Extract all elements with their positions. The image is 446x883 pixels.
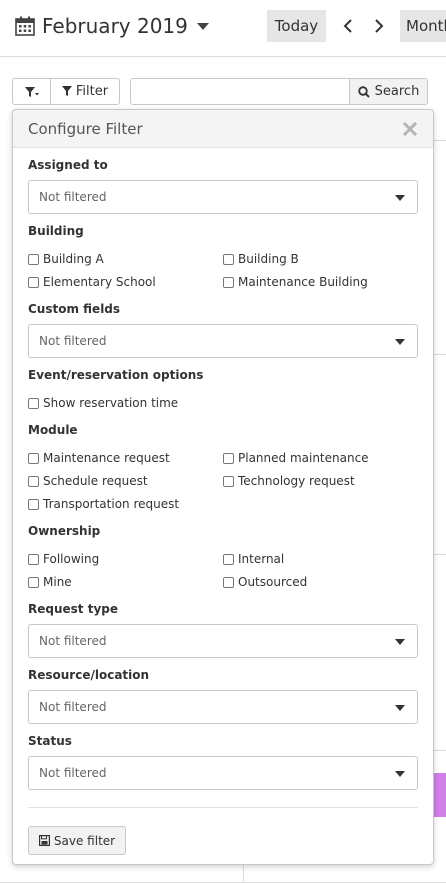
search-button[interactable]: Search xyxy=(349,78,428,105)
search-input[interactable] xyxy=(130,78,350,105)
month-picker[interactable]: February 2019 xyxy=(14,12,209,40)
calendar-grid-line xyxy=(433,354,446,355)
mine-checkbox[interactable]: Mine xyxy=(28,575,72,589)
module-label: Module xyxy=(28,423,78,437)
checkbox[interactable] xyxy=(223,553,234,565)
custom-fields-label: Custom fields xyxy=(28,302,121,316)
caret-down-icon xyxy=(395,339,405,345)
caret-down-icon xyxy=(395,195,405,201)
checkbox-label: Building B xyxy=(238,252,299,266)
internal-checkbox[interactable]: Internal xyxy=(223,552,284,566)
checkbox-label: Internal xyxy=(238,552,285,566)
checkbox-label: Transportation request xyxy=(43,497,180,511)
checkbox[interactable] xyxy=(223,276,234,288)
checkbox-label: Schedule request xyxy=(43,474,148,488)
checkbox-label: Building A xyxy=(43,252,104,266)
configure-filter-panel: Configure Filter Assigned to Not filtere… xyxy=(12,109,434,865)
technology-request-checkbox[interactable]: Technology request xyxy=(223,474,355,488)
custom-fields-select[interactable]: Not filtered xyxy=(28,324,418,358)
search-button-label: Search xyxy=(374,84,420,99)
filter-button-label: Filter xyxy=(75,84,109,99)
checkbox[interactable] xyxy=(28,397,39,409)
request-type-select[interactable]: Not filtered xyxy=(28,624,418,658)
checkbox-label: Outsourced xyxy=(238,575,308,589)
checkbox-label: Elementary School xyxy=(43,275,156,289)
checkbox[interactable] xyxy=(28,553,39,565)
search-icon xyxy=(357,85,370,98)
previous-button[interactable] xyxy=(336,13,360,39)
elementary-school-checkbox[interactable]: Elementary School xyxy=(28,275,156,289)
maintenance-request-checkbox[interactable]: Maintenance request xyxy=(28,451,170,465)
checkbox[interactable] xyxy=(28,498,39,510)
checkbox-label: Following xyxy=(43,552,100,566)
panel-title: Configure Filter xyxy=(28,120,143,138)
request-type-label: Request type xyxy=(28,602,118,616)
event-options-label: Event/reservation options xyxy=(28,368,204,382)
chevron-right-icon xyxy=(375,19,384,33)
resource-location-select[interactable]: Not filtered xyxy=(28,690,418,724)
assigned-to-label: Assigned to xyxy=(28,158,108,172)
checkbox[interactable] xyxy=(28,576,39,588)
close-icon[interactable] xyxy=(402,121,418,137)
building-a-checkbox[interactable]: Building A xyxy=(28,252,104,266)
checkbox-label: Technology request xyxy=(238,474,355,488)
assigned-to-select[interactable]: Not filtered xyxy=(28,180,418,214)
outsourced-checkbox[interactable]: Outsourced xyxy=(223,575,307,589)
checkbox-label: Mine xyxy=(43,575,72,589)
filter-toggle-button[interactable] xyxy=(12,78,51,105)
show-reservation-time-checkbox[interactable]: Show reservation time xyxy=(28,396,178,410)
panel-header: Configure Filter xyxy=(13,110,433,148)
filter-toggle-icon xyxy=(24,86,39,97)
checkbox[interactable] xyxy=(28,475,39,487)
ownership-label: Ownership xyxy=(28,524,101,538)
checkbox[interactable] xyxy=(28,253,39,265)
filter-button[interactable]: Filter xyxy=(50,78,120,105)
building-b-checkbox[interactable]: Building B xyxy=(223,252,299,266)
checkbox[interactable] xyxy=(223,475,234,487)
custom-fields-value: Not filtered xyxy=(39,334,107,348)
filter-icon xyxy=(61,86,72,96)
checkbox[interactable] xyxy=(28,452,39,464)
caret-down-icon xyxy=(395,705,405,711)
calendar-grid-line xyxy=(433,750,446,751)
resource-location-value: Not filtered xyxy=(39,700,107,714)
save-filter-label: Save filter xyxy=(53,833,116,848)
caret-down-icon[interactable] xyxy=(196,22,209,30)
checkbox[interactable] xyxy=(28,276,39,288)
resource-location-label: Resource/location xyxy=(28,668,150,682)
checkbox[interactable] xyxy=(223,576,234,588)
status-select[interactable]: Not filtered xyxy=(28,756,418,790)
checkbox[interactable] xyxy=(223,253,234,265)
today-button[interactable]: Today xyxy=(267,10,326,42)
calendar-grid-line xyxy=(433,554,446,555)
month-title[interactable]: February 2019 xyxy=(42,14,188,38)
next-button[interactable] xyxy=(367,13,391,39)
building-label: Building xyxy=(28,224,84,238)
calendar-event[interactable] xyxy=(433,773,446,817)
schedule-request-checkbox[interactable]: Schedule request xyxy=(28,474,148,488)
floppy-disk-icon xyxy=(38,835,50,846)
status-value: Not filtered xyxy=(39,766,107,780)
checkbox-label: Planned maintenance xyxy=(238,451,369,465)
assigned-to-value: Not filtered xyxy=(39,190,107,204)
divider xyxy=(28,807,418,808)
calendar-icon xyxy=(15,16,35,36)
request-type-value: Not filtered xyxy=(39,634,107,648)
planned-maintenance-checkbox[interactable]: Planned maintenance xyxy=(223,451,369,465)
caret-down-icon xyxy=(395,771,405,777)
checkbox-label: Maintenance Building xyxy=(238,275,368,289)
following-checkbox[interactable]: Following xyxy=(28,552,99,566)
checkbox[interactable] xyxy=(223,452,234,464)
save-filter-button[interactable]: Save filter xyxy=(28,826,126,855)
transportation-request-checkbox[interactable]: Transportation request xyxy=(28,497,179,511)
chevron-left-icon xyxy=(343,19,352,33)
caret-down-icon xyxy=(395,639,405,645)
calendar-header: February 2019 Today Month xyxy=(0,0,446,57)
maintenance-building-checkbox[interactable]: Maintenance Building xyxy=(223,275,368,289)
checkbox-label: Maintenance request xyxy=(43,451,170,465)
month-view-button[interactable]: Month xyxy=(400,10,446,42)
calendar-grid-line xyxy=(433,140,446,141)
status-label: Status xyxy=(28,734,72,748)
checkbox-label: Show reservation time xyxy=(43,396,179,410)
